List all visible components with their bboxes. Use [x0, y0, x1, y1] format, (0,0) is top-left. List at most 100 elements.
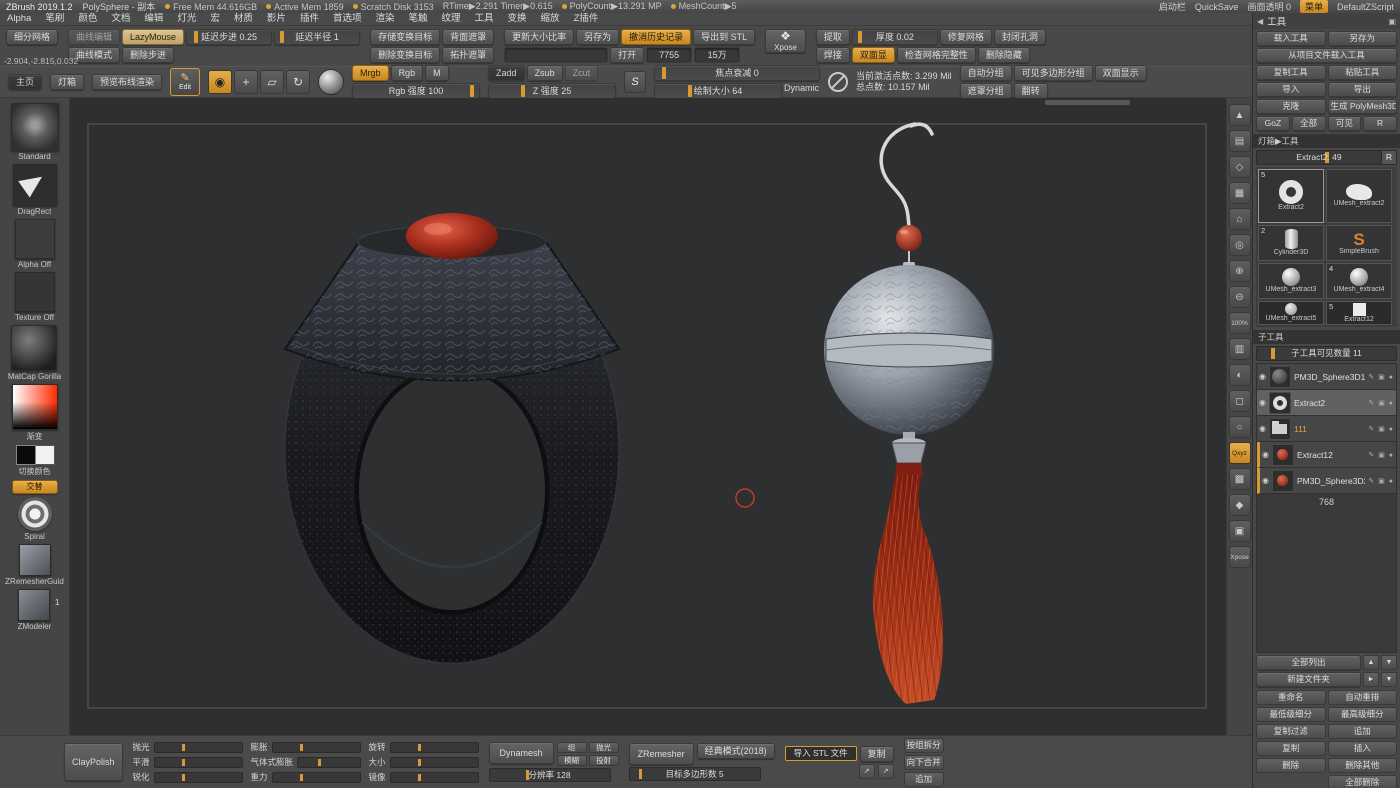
shelf-button-曲线编辑[interactable]: 曲线编辑: [68, 29, 120, 45]
gyro-sphere-icon[interactable]: [318, 69, 344, 95]
visibility-eye-icon[interactable]: ◉: [1262, 450, 1269, 459]
subtool-mini-icons[interactable]: ✎ ▣ ●: [1368, 399, 1394, 407]
import-stl-button[interactable]: 导入 STL 文件: [785, 746, 857, 761]
collapse-icon[interactable]: ◀: [1257, 17, 1263, 26]
tool-thumb-UMesh_extract2[interactable]: UMesh_extract2: [1326, 169, 1392, 223]
mini-slider-track[interactable]: [154, 742, 243, 753]
no-symmetry-icon[interactable]: [828, 72, 848, 92]
subtool-button-全部删除[interactable]: 全部删除: [1328, 775, 1398, 788]
stroke-curve-icon[interactable]: S: [624, 71, 646, 93]
group-button-遮罩分组[interactable]: 遮罩分组: [960, 83, 1012, 99]
main-color-swatch[interactable]: [16, 445, 36, 465]
canvas-viewport[interactable]: [70, 98, 1226, 735]
menu-材质[interactable]: 材质: [227, 13, 260, 25]
shelf-button-检查网格完整性[interactable]: 检查网格完整性: [897, 47, 976, 63]
bottom-button-追加[interactable]: 追加: [904, 772, 944, 787]
surface-slider-重力[interactable]: 重力: [251, 771, 361, 784]
tray-item-material[interactable]: MatCap Gorilla: [8, 325, 61, 381]
zmodeler-thumb[interactable]: 1: [18, 589, 50, 621]
group-button-翻转[interactable]: 翻转: [1014, 83, 1048, 99]
dynamic-label[interactable]: Dynamic: [784, 83, 819, 99]
shelf-button-修复网格[interactable]: 修复网格: [940, 29, 992, 45]
shelf-button-15万[interactable]: 15万: [694, 47, 740, 63]
subtool-button-删除其他[interactable]: 删除其他: [1328, 758, 1398, 773]
menu-工具[interactable]: 工具: [468, 13, 501, 25]
subtool-button-删除[interactable]: 删除: [1256, 758, 1326, 773]
menus-button[interactable]: 菜单: [1300, 0, 1328, 13]
new-folder-button[interactable]: 新建文件夹: [1256, 672, 1361, 687]
tool-thumb-Cylinder3D[interactable]: 2Cylinder3D: [1258, 225, 1324, 261]
shelf-button-导出到 STL[interactable]: 导出到 STL: [693, 29, 755, 45]
silhouette-icon[interactable]: ◆: [1229, 494, 1251, 516]
tray-item-zremesherguide[interactable]: ZRemesherGuid: [5, 544, 64, 586]
subtool-111[interactable]: ◉3111✎ ▣ ●: [1257, 416, 1396, 442]
tray-item-spiral[interactable]: Spiral: [18, 497, 52, 541]
switch-color-button[interactable]: 交替: [12, 480, 58, 494]
shelf-button-存储变换目标[interactable]: 存储变换目标: [370, 29, 440, 45]
mini-slider-track[interactable]: [272, 772, 361, 783]
mini-slider-track[interactable]: [390, 757, 479, 768]
menu-笔刷[interactable]: 笔刷: [38, 13, 71, 25]
subtool-PM3D_Sphere3D2[interactable]: ◉PM3D_Sphere3D2✎ ▣ ●: [1257, 468, 1396, 494]
subtool-button-复制过滤[interactable]: 复制过滤: [1256, 724, 1326, 739]
menu-缩放[interactable]: 缩放: [534, 13, 567, 25]
tool-button-GoZ[interactable]: GoZ: [1256, 116, 1290, 131]
tray-item-alpha[interactable]: Alpha Off: [15, 219, 55, 269]
group-button-可见多边形分组[interactable]: 可见多边形分组: [1014, 65, 1093, 81]
subtool-button-最高级细分[interactable]: 最高级细分: [1328, 707, 1398, 722]
zoom-in-icon[interactable]: ⊕: [1229, 260, 1251, 282]
resolution-slider[interactable]: 分辨率 128: [489, 768, 611, 782]
tool-thumb-Extract2[interactable]: 5Extract2: [1258, 169, 1324, 223]
lightbox-button[interactable]: 灯箱: [50, 74, 84, 90]
surface-slider-抛光[interactable]: 抛光: [133, 741, 243, 754]
tray-item-alt[interactable]: 交替: [12, 480, 58, 494]
tray-item-switch[interactable]: 切换颜色: [14, 445, 56, 477]
surface-slider-气体式膨胀[interactable]: 气体式膨胀: [251, 756, 361, 769]
move-down-button[interactable]: ▼: [1381, 655, 1397, 670]
subtool-mini-icons[interactable]: ✎ ▣ ●: [1368, 477, 1394, 485]
rgb-intensity-slider[interactable]: Rgb 强度 100: [352, 83, 480, 99]
dynamesh-toggle-组[interactable]: 组: [557, 742, 587, 753]
xpose-button[interactable]: Xpose: [1229, 546, 1251, 568]
z-intensity-slider[interactable]: Z 强度 25: [488, 83, 616, 99]
tool-thumb-UMesh_extract4[interactable]: 4UMesh_extract4: [1326, 263, 1392, 299]
shelf-button-撤消历史记录[interactable]: 撤消历史记录: [621, 29, 691, 45]
menu-颜色[interactable]: 颜色: [71, 13, 104, 25]
tool-thumb-Extract12[interactable]: 5Extract12: [1326, 301, 1392, 325]
move-up-button[interactable]: ▲: [1363, 655, 1379, 670]
secondary-color-swatch[interactable]: [35, 445, 55, 465]
tray-item-texture[interactable]: Texture Off: [15, 272, 55, 322]
zoom-out-icon[interactable]: ⊖: [1229, 286, 1251, 308]
shelf-button-删除步进[interactable]: 删除步进: [122, 47, 174, 63]
dynamesh-toggle-投射[interactable]: 投射: [589, 755, 619, 766]
tray-item-brush[interactable]: Standard: [11, 103, 59, 161]
shelf-button-LazyMouse[interactable]: LazyMouse: [122, 29, 184, 45]
lightbox-tool-strip[interactable]: 灯箱▶工具: [1253, 134, 1400, 148]
active-tool-slider[interactable]: Extract2. 49 R: [1256, 150, 1397, 165]
mode-button-M[interactable]: M: [425, 65, 449, 81]
mini-slider-track[interactable]: [154, 757, 243, 768]
mini-slider-track[interactable]: [390, 742, 479, 753]
launcher-bar-button[interactable]: 启动栏: [1159, 0, 1186, 13]
menu-Z插件[interactable]: Z插件: [567, 13, 606, 25]
subtool-Extract12[interactable]: ◉Extract12✎ ▣ ●: [1257, 442, 1396, 468]
tool-button-全部[interactable]: 全部: [1292, 116, 1326, 131]
shelf-button-拓扑遮罩[interactable]: 拓扑遮罩: [442, 47, 494, 63]
quicksave-button[interactable]: QuickSave: [1195, 2, 1239, 12]
subtool-visible-count-slider[interactable]: 子工具可见数量 11: [1256, 346, 1397, 361]
sculptris-pro-icon[interactable]: ▲: [1229, 104, 1251, 126]
ghost-icon[interactable]: ○: [1229, 416, 1251, 438]
mini-slider-track[interactable]: [297, 757, 360, 768]
shelf-button-打开[interactable]: 打开: [610, 47, 644, 63]
shelf-button-延迟步进 0.25[interactable]: 延迟步进 0.25: [186, 29, 272, 45]
subtool-button-复制[interactable]: 复制: [1256, 741, 1326, 756]
menu-编辑[interactable]: 编辑: [137, 13, 170, 25]
subtool-header[interactable]: 子工具: [1253, 330, 1400, 344]
colorpicker-thumb[interactable]: [12, 384, 58, 430]
tray-item-stroke[interactable]: DragRect: [13, 164, 57, 216]
tool-button-粘贴工具[interactable]: 粘贴工具: [1328, 65, 1398, 80]
tool-button-导入[interactable]: 导入: [1256, 82, 1326, 97]
shelf-button-blank[interactable]: [504, 47, 608, 63]
zscript-button[interactable]: DefaultZScript: [1337, 2, 1394, 12]
brush-thumb[interactable]: [11, 103, 59, 151]
